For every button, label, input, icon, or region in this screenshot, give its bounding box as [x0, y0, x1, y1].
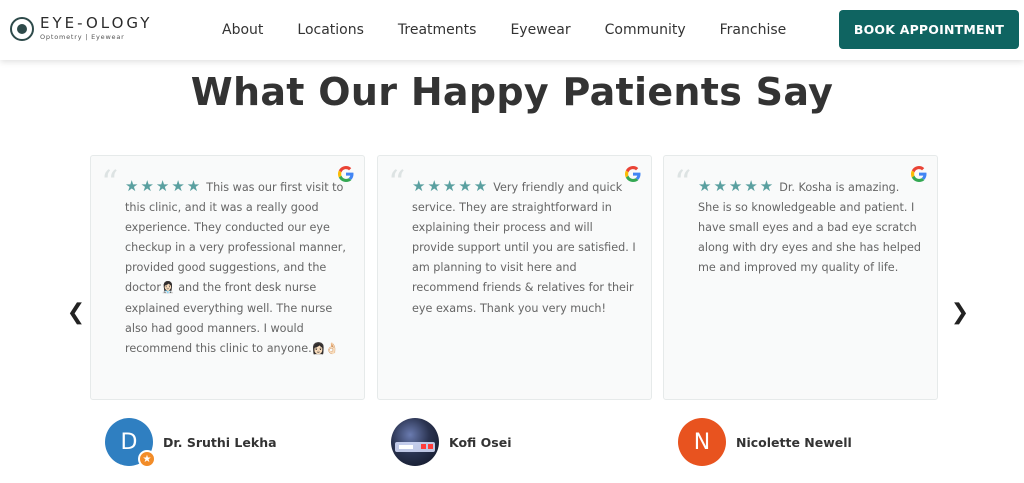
heading-light: What Our — [190, 70, 411, 114]
review-text: ★★★★★ Dr. Kosha is amazing. She is so kno… — [698, 176, 922, 278]
heading-bold: Happy Patients Say — [410, 70, 834, 114]
logo-name: EYE-OLOGY — [40, 14, 153, 32]
review-text: ★★★★★ Very friendly and quick service. Th… — [412, 176, 636, 319]
review-card: “ ★★★★★ Very friendly and quick service. … — [377, 155, 652, 400]
reviewer: D ★ Dr. Sruthi Lekha — [105, 418, 277, 468]
nav-treatments[interactable]: Treatments — [398, 22, 477, 38]
review-card: “ ★★★★★ This was our first visit to this … — [90, 155, 365, 400]
star-rating-icon: ★★★★★ — [412, 177, 490, 195]
logo-subtitle: Optometry | Eyewear — [40, 33, 125, 41]
review-text-part: This was our first visit to this clinic,… — [125, 181, 346, 295]
reviewer: N Nicolette Newell — [678, 418, 852, 466]
avatar-letter: D — [120, 429, 138, 455]
nav-franchise[interactable]: Franchise — [720, 22, 787, 38]
logo-text: EYE-OLOGY Optometry | Eyewear — [40, 14, 153, 42]
nurse-ok-emoji-icon: 👩🏻👌🏻 — [311, 341, 340, 355]
quote-mark-icon: “ — [388, 163, 406, 203]
avatar[interactable] — [391, 418, 439, 466]
local-guide-badge-icon: ★ — [138, 450, 156, 468]
avatar[interactable]: N — [678, 418, 726, 466]
carousel-prev-button[interactable]: ❮ — [66, 300, 86, 325]
top-navigation-bar: EYE-OLOGY Optometry | Eyewear About Loca… — [0, 0, 1024, 60]
nav-eyewear[interactable]: Eyewear — [510, 22, 570, 38]
review-text-part: Very friendly and quick service. They ar… — [412, 181, 636, 315]
doctor-emoji-icon: 👩🏻‍⚕️ — [160, 281, 175, 295]
photo-avatar-icon — [395, 442, 435, 452]
main-nav: About Locations Treatments Eyewear Commu… — [222, 0, 820, 60]
section-heading: What Our Happy Patients Say — [0, 70, 1024, 114]
eye-logo-icon — [10, 16, 34, 41]
quote-mark-icon: “ — [674, 163, 692, 203]
review-text: ★★★★★ This was our first visit to this cl… — [125, 176, 349, 359]
carousel-next-button[interactable]: ❯ — [950, 300, 970, 325]
review-card: “ ★★★★★ Dr. Kosha is amazing. She is so k… — [663, 155, 938, 400]
quote-mark-icon: “ — [101, 163, 119, 203]
nav-locations[interactable]: Locations — [297, 22, 364, 38]
book-appointment-button[interactable]: BOOK APPOINTMENT — [839, 10, 1019, 49]
nav-about[interactable]: About — [222, 22, 263, 38]
logo[interactable]: EYE-OLOGY Optometry | Eyewear — [10, 16, 152, 41]
avatar[interactable]: D ★ — [105, 418, 156, 468]
reviewer: Kofi Osei — [391, 418, 512, 466]
reviewer-name: Nicolette Newell — [736, 434, 852, 450]
nav-community[interactable]: Community — [605, 22, 686, 38]
reviewer-name: Dr. Sruthi Lekha — [163, 434, 277, 450]
star-rating-icon: ★★★★★ — [698, 177, 776, 195]
avatar-letter: N — [693, 429, 711, 455]
reviewer-name: Kofi Osei — [449, 434, 512, 450]
review-text-part: Dr. Kosha is amazing. She is so knowledg… — [698, 181, 921, 275]
star-rating-icon: ★★★★★ — [125, 177, 203, 195]
